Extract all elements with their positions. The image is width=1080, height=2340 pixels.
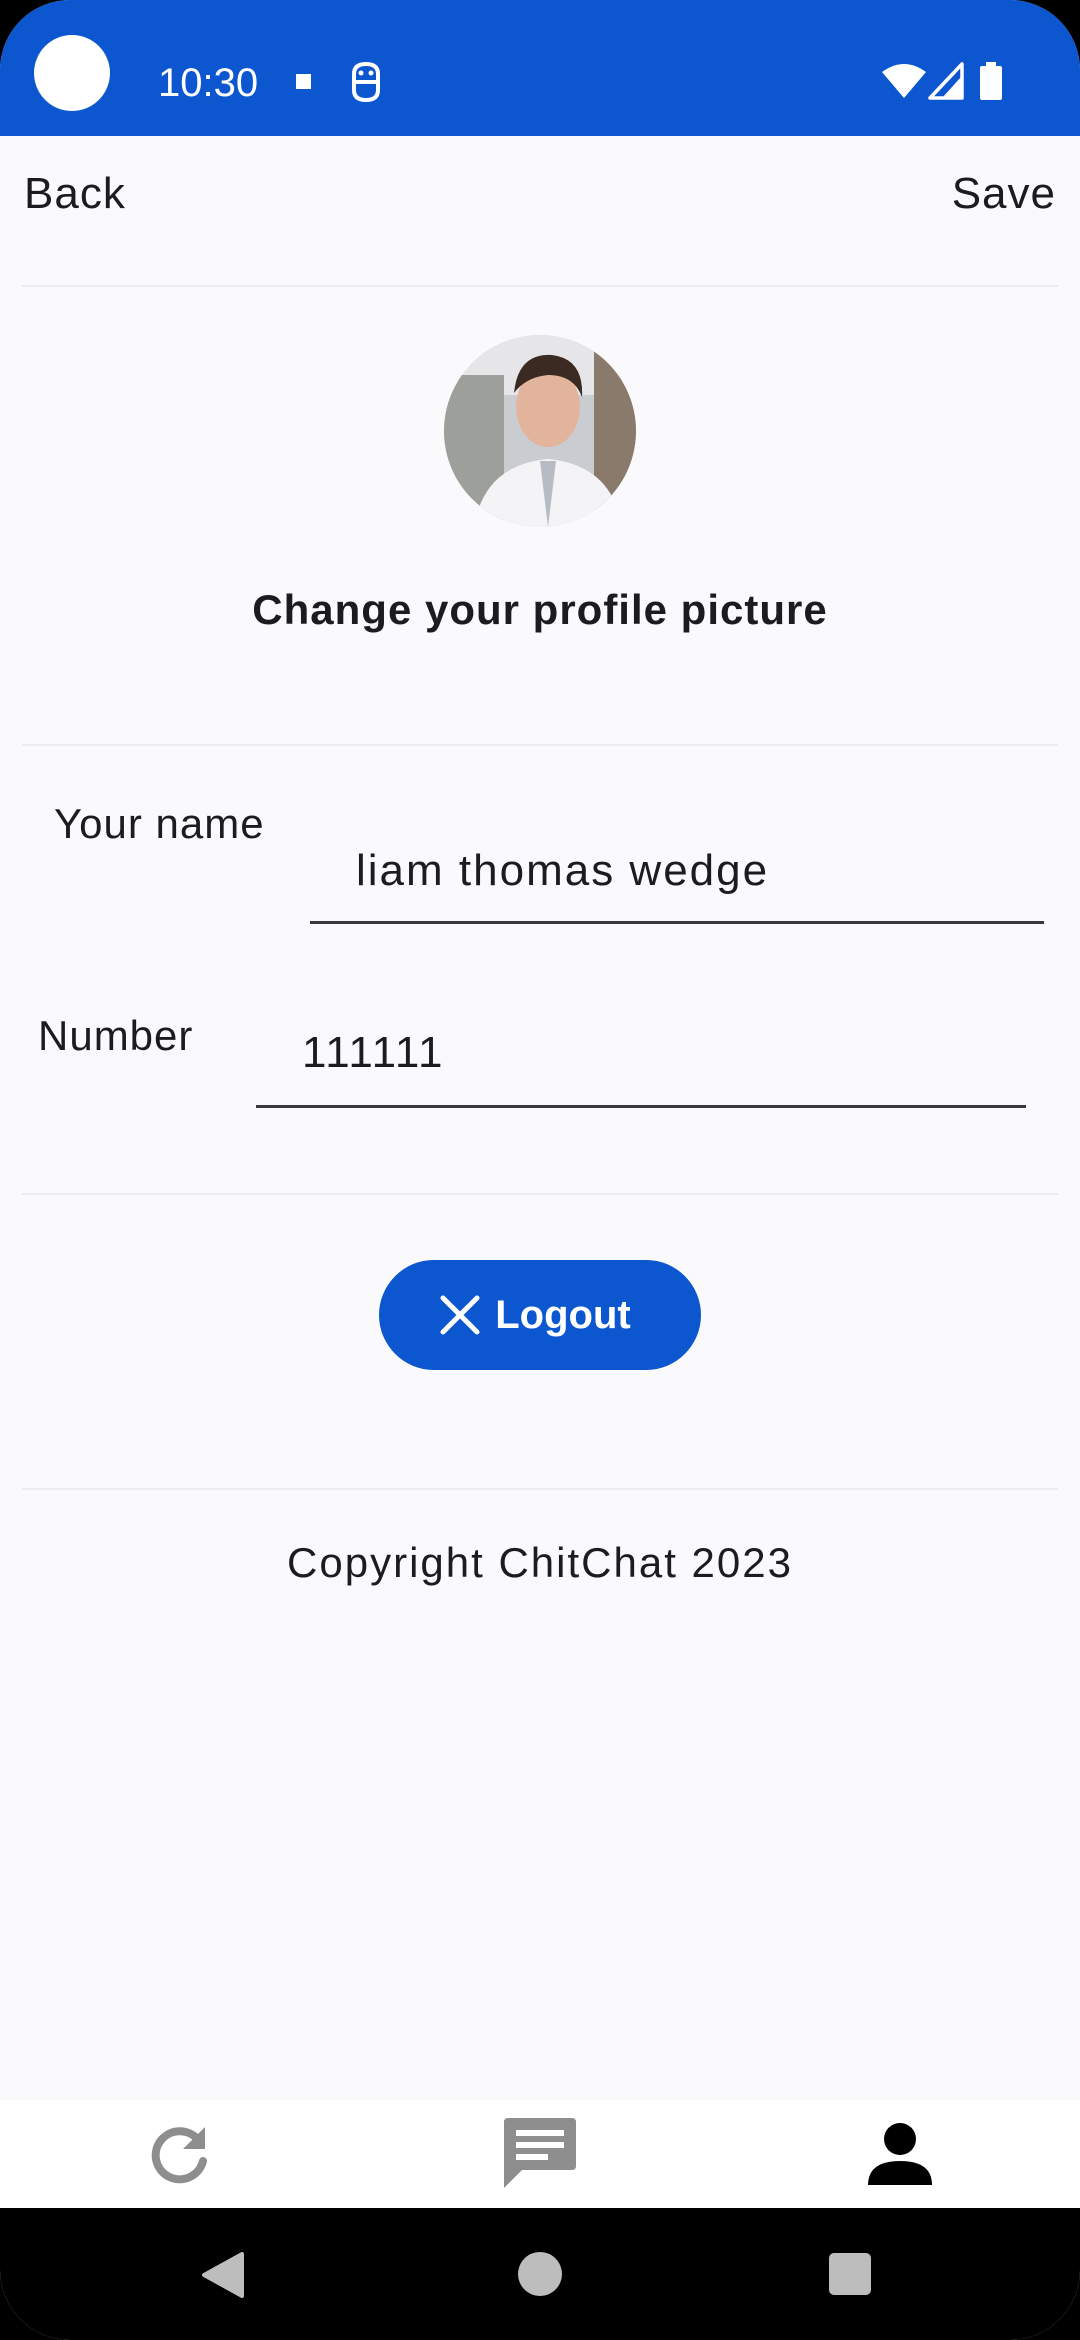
change-picture-label[interactable]: Change your profile picture bbox=[0, 582, 1080, 638]
refresh-icon bbox=[151, 2127, 207, 2184]
chat-icon bbox=[504, 2118, 576, 2188]
avatar[interactable] bbox=[444, 335, 636, 527]
number-input[interactable] bbox=[256, 1000, 1026, 1108]
status-time: 10:30 bbox=[158, 61, 259, 105]
nav-profile[interactable] bbox=[860, 2114, 940, 2194]
save-button[interactable]: Save bbox=[952, 164, 1056, 224]
signal-icon bbox=[928, 62, 964, 100]
divider bbox=[22, 1193, 1058, 1195]
divider bbox=[22, 744, 1058, 746]
person-icon bbox=[868, 2123, 932, 2185]
name-input[interactable] bbox=[310, 820, 1044, 924]
divider bbox=[22, 285, 1058, 287]
notification-app-icon bbox=[352, 61, 380, 103]
wifi-icon bbox=[882, 64, 926, 98]
bottom-nav bbox=[0, 2100, 1080, 2208]
divider bbox=[22, 1488, 1058, 1490]
close-icon bbox=[440, 1295, 480, 1335]
profile-photo bbox=[444, 335, 636, 527]
system-navigation-bar bbox=[0, 2208, 1080, 2340]
notification-dot-icon bbox=[296, 74, 311, 89]
number-label: Number bbox=[38, 1012, 194, 1059]
home-circle-icon[interactable] bbox=[518, 2252, 562, 2296]
back-button[interactable]: Back bbox=[24, 164, 126, 224]
top-bar: Back Save bbox=[0, 136, 1080, 286]
copyright-text: Copyright ChitChat 2023 bbox=[287, 1539, 793, 1586]
recents-square-icon[interactable] bbox=[829, 2253, 871, 2295]
logout-button[interactable]: Logout bbox=[379, 1260, 701, 1370]
name-label: Your name bbox=[54, 800, 265, 847]
camera-cutout bbox=[34, 35, 110, 111]
nav-refresh[interactable] bbox=[140, 2114, 220, 2194]
back-triangle-icon[interactable] bbox=[200, 2252, 246, 2298]
status-bar: 10:30 bbox=[0, 0, 1080, 136]
battery-icon bbox=[980, 62, 1002, 100]
phone-screen: 10:30 Back Save Change your profile pict… bbox=[0, 0, 1080, 2340]
nav-chats[interactable] bbox=[500, 2114, 580, 2194]
logout-label: Logout bbox=[495, 1293, 631, 1337]
